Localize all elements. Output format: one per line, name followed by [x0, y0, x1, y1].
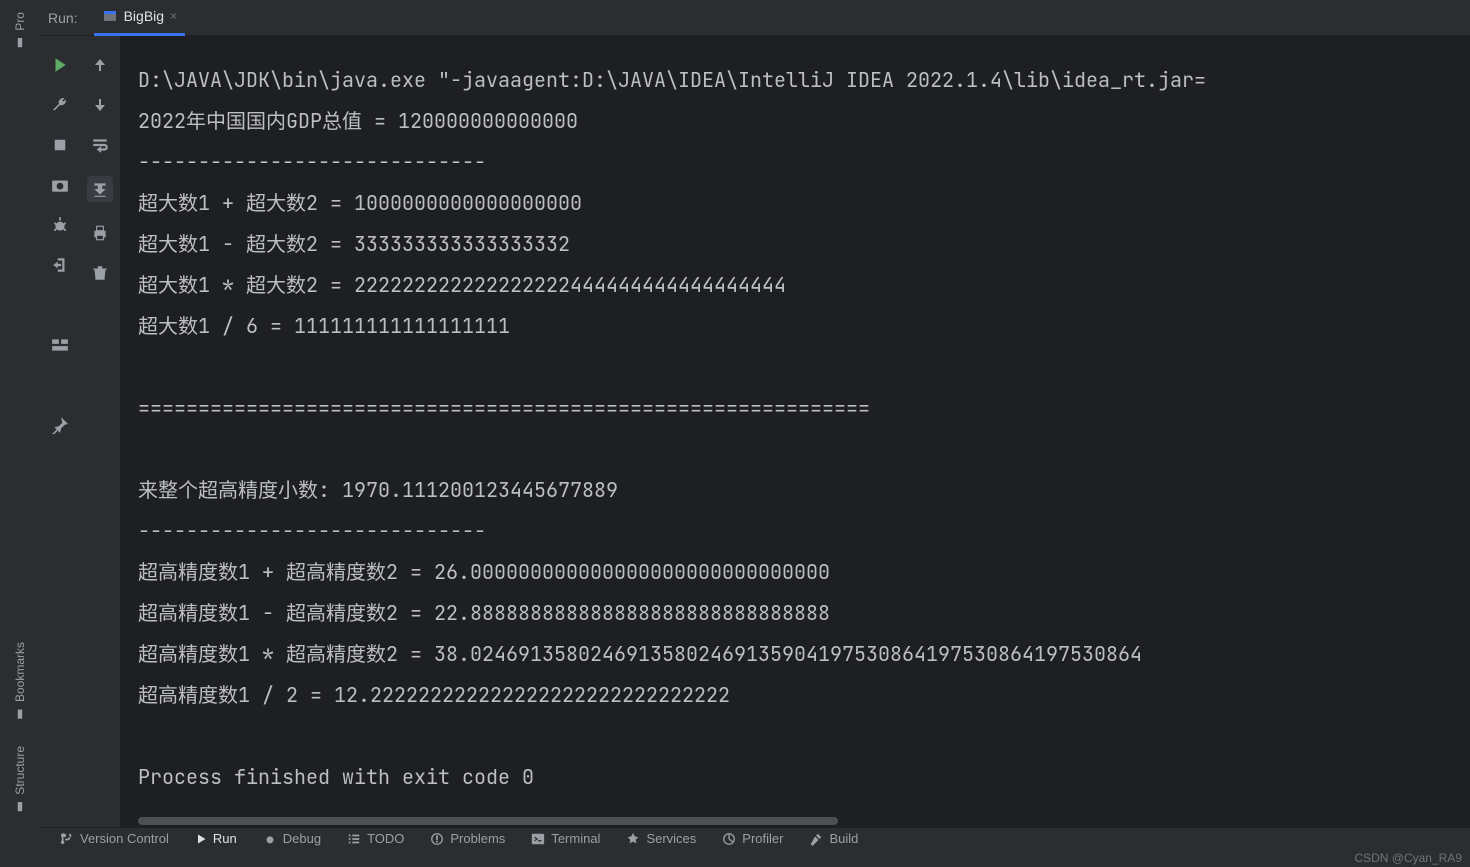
console-line: 超高精度数1 + 超高精度数2 = 26.0000000000000000000…: [138, 559, 830, 585]
trash-icon[interactable]: [91, 264, 109, 282]
folder-icon: ▮: [13, 37, 27, 51]
bug-icon: [263, 832, 277, 846]
console-line: 超高精度数1 / 2 = 12.222222222222222222222222…: [138, 682, 730, 708]
project-sidebar-label[interactable]: ▮ Pro: [13, 12, 27, 51]
bookmarks-sidebar-label[interactable]: ▮ Bookmarks: [13, 642, 27, 722]
hammer-icon: [809, 832, 823, 846]
profiler-tab[interactable]: Profiler: [722, 831, 783, 846]
close-icon[interactable]: ×: [170, 9, 177, 23]
terminal-icon: [531, 832, 545, 846]
up-arrow-icon[interactable]: [91, 56, 109, 74]
exit-icon[interactable]: [51, 256, 69, 274]
stop-icon[interactable]: [51, 136, 69, 154]
build-tab[interactable]: Build: [809, 831, 858, 846]
down-arrow-icon[interactable]: [91, 96, 109, 114]
run-tab-label: BigBig: [124, 8, 164, 24]
run-tab[interactable]: Run: [195, 831, 237, 846]
print-icon[interactable]: [91, 224, 109, 242]
debug-tab[interactable]: Debug: [263, 831, 321, 846]
scrollbar-thumb[interactable]: [138, 817, 838, 825]
camera-icon[interactable]: [51, 176, 69, 194]
console-line: 超大数1 * 超大数2 = 22222222222222222244444444…: [138, 272, 786, 298]
terminal-tab[interactable]: Terminal: [531, 831, 600, 846]
console-line: 2022年中国国内GDP总值 = 120000000000000: [138, 108, 578, 134]
horizontal-scrollbar[interactable]: [120, 815, 1470, 827]
run-config-icon: [102, 8, 118, 24]
version-control-tab[interactable]: Version Control: [60, 831, 169, 846]
run-tab-bigbig[interactable]: BigBig ×: [94, 0, 185, 36]
rerun-icon[interactable]: [51, 56, 69, 74]
list-icon: [347, 832, 361, 846]
console-output[interactable]: D:\JAVA\JDK\bin\java.exe "-javaagent:D:\…: [120, 36, 1470, 827]
console-line: -----------------------------: [138, 149, 486, 175]
warning-icon: [430, 832, 444, 846]
branch-icon: [60, 832, 74, 846]
run-toolbar-primary: [40, 36, 80, 827]
bookmark-icon: ▮: [13, 708, 27, 722]
soft-wrap-icon[interactable]: [91, 136, 109, 154]
watermark: CSDN @Cyan_RA9: [1354, 851, 1462, 865]
services-tab[interactable]: Services: [626, 831, 696, 846]
pin-icon[interactable]: [51, 416, 69, 434]
bottom-toolbar: Version Control Run Debug TODO Problems …: [40, 827, 1470, 849]
play-icon: [195, 833, 207, 845]
run-toolbar-secondary: [80, 36, 120, 827]
run-panel-label: Run:: [48, 10, 78, 26]
scroll-to-end-icon[interactable]: [87, 176, 113, 202]
problems-tab[interactable]: Problems: [430, 831, 505, 846]
console-line: 超高精度数1 - 超高精度数2 = 22.8888888888888888888…: [138, 600, 830, 626]
console-line: Process finished with exit code 0: [138, 764, 534, 790]
todo-tab[interactable]: TODO: [347, 831, 404, 846]
console-line: 超高精度数1 * 超高精度数2 = 38.0246913580246913580…: [138, 641, 1142, 667]
console-line: D:\JAVA\JDK\bin\java.exe "-javaagent:D:\…: [138, 67, 1206, 93]
console-line: 超大数1 / 6 = 111111111111111111: [138, 313, 510, 339]
layout-icon[interactable]: [51, 336, 69, 354]
left-rail: ▮ Pro ▮ Bookmarks ▮ Structure: [0, 0, 40, 827]
console-line: 超大数1 + 超大数2 = 1000000000000000000: [138, 190, 582, 216]
console-line: 超大数1 - 超大数2 = 333333333333333332: [138, 231, 570, 257]
profiler-icon: [722, 832, 736, 846]
structure-icon: ▮: [13, 801, 27, 815]
bug-icon[interactable]: [51, 216, 69, 234]
console-line: ========================================…: [138, 395, 870, 421]
wrench-icon[interactable]: [51, 96, 69, 114]
console-line: -----------------------------: [138, 518, 486, 544]
structure-sidebar-label[interactable]: ▮ Structure: [13, 746, 27, 815]
run-tabbar: Run: BigBig ×: [40, 0, 1470, 36]
services-icon: [626, 832, 640, 846]
console-line: 来整个超高精度小数: 1970.111200123445677889: [138, 477, 618, 503]
